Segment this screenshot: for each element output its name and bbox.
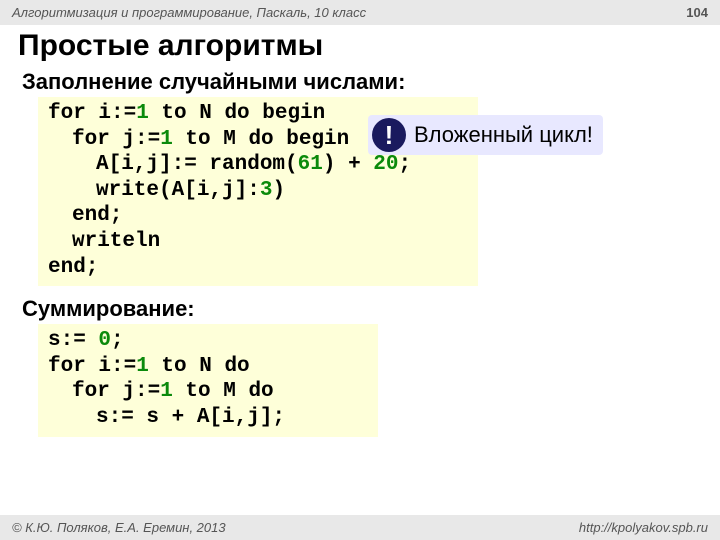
copyright: © К.Ю. Поляков, Е.А. Еремин, 2013 bbox=[12, 520, 226, 535]
code-line: end; bbox=[48, 203, 468, 229]
footer-bar: © К.Ю. Поляков, Е.А. Еремин, 2013 http:/… bbox=[0, 515, 720, 540]
code-line: for j:=1 to M do bbox=[48, 379, 368, 405]
page-number: 104 bbox=[686, 5, 708, 20]
code-line: A[i,j]:= random(61) + 20; bbox=[48, 152, 468, 178]
code-line: s:= s + A[i,j]; bbox=[48, 405, 368, 431]
code-block-2: s:= 0; for i:=1 to N do for j:=1 to M do… bbox=[38, 324, 378, 436]
page-title: Простые алгоритмы bbox=[0, 25, 720, 69]
code-line: writeln bbox=[48, 229, 468, 255]
section2-title: Суммирование: bbox=[22, 296, 698, 322]
content: Заполнение случайными числами: for i:=1 … bbox=[0, 69, 720, 447]
code-line: s:= 0; bbox=[48, 328, 368, 354]
url-label: http://kpolyakov.spb.ru bbox=[579, 520, 708, 535]
callout-text: Вложенный цикл! bbox=[414, 122, 593, 148]
course-label: Алгоритмизация и программирование, Паска… bbox=[12, 5, 366, 20]
code-line: end; bbox=[48, 255, 468, 281]
callout: ! Вложенный цикл! bbox=[368, 115, 603, 155]
code-line: for i:=1 to N do bbox=[48, 354, 368, 380]
section1-title: Заполнение случайными числами: bbox=[22, 69, 698, 95]
exclamation-icon: ! bbox=[372, 118, 406, 152]
code-line: write(A[i,j]:3) bbox=[48, 178, 468, 204]
header-bar: Алгоритмизация и программирование, Паска… bbox=[0, 0, 720, 25]
